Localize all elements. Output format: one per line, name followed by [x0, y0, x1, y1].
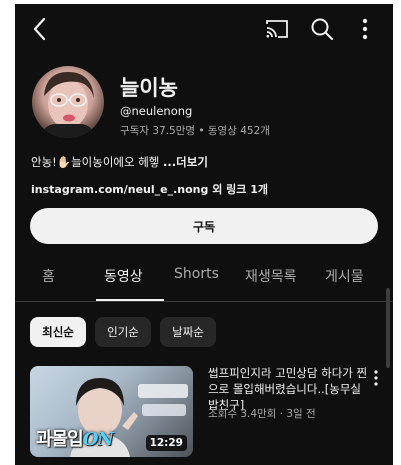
channel-links[interactable]: instagram.com/neul_e_.nong 외 링크 1개: [31, 181, 268, 197]
channel-handle: @neulenong: [120, 104, 193, 118]
channel-name: 늘이농: [120, 76, 178, 100]
tab-posts[interactable]: 게시물: [325, 266, 364, 286]
channel-tabs: 홈 동영상 Shorts 재생목록 게시물: [15, 259, 393, 302]
tab-home[interactable]: 홈: [42, 266, 55, 286]
tab-videos[interactable]: 동영상: [104, 266, 143, 286]
back-button[interactable]: [29, 15, 51, 43]
more-vertical-icon: [362, 18, 368, 40]
filter-chip-popular[interactable]: 인기순: [95, 317, 151, 347]
cast-icon: [266, 20, 288, 38]
tab-playlists[interactable]: 재생목록: [245, 266, 297, 286]
channel-stats: 구독자 37.5만명 • 동영상 452개: [120, 125, 270, 137]
search-icon: [311, 18, 333, 40]
scrollbar[interactable]: [386, 288, 390, 368]
filter-chip-latest[interactable]: 최신순: [30, 317, 86, 347]
thumbnail-caption-on: ON: [82, 429, 114, 450]
tab-shorts[interactable]: Shorts: [174, 266, 219, 282]
video-more-button[interactable]: [371, 368, 381, 388]
thumbnail-caption-text: 과몰입: [36, 429, 84, 450]
channel-description[interactable]: 안농!✋🏻늘이농이에오 헤헿 ...더보기: [31, 154, 208, 170]
description-text: 안농!✋🏻늘이농이에오 헤헿: [31, 155, 164, 169]
chevron-left-icon: [33, 17, 46, 41]
video-meta: 조회수 3.4만회 · 3일 전: [208, 408, 316, 420]
more-vertical-icon: [374, 370, 378, 386]
channel-screen: 늘이농 @neulenong 구독자 37.5만명 • 동영상 452개 안농!…: [15, 4, 393, 465]
avatar-image: [40, 72, 96, 138]
video-thumbnail[interactable]: 과몰입ON 12:29: [30, 366, 193, 457]
channel-avatar[interactable]: [32, 66, 104, 138]
thumbnail-caption: 과몰입ON: [36, 425, 114, 451]
description-more-link[interactable]: ...더보기: [163, 155, 208, 169]
filter-chip-oldest[interactable]: 날짜순: [160, 317, 216, 347]
more-options-button[interactable]: [356, 16, 374, 42]
subscribe-button[interactable]: 구독: [30, 208, 378, 244]
active-tab-indicator: [96, 299, 164, 301]
video-duration-badge: 12:29: [145, 435, 187, 451]
search-button[interactable]: [309, 16, 335, 42]
cast-button[interactable]: [264, 16, 290, 42]
